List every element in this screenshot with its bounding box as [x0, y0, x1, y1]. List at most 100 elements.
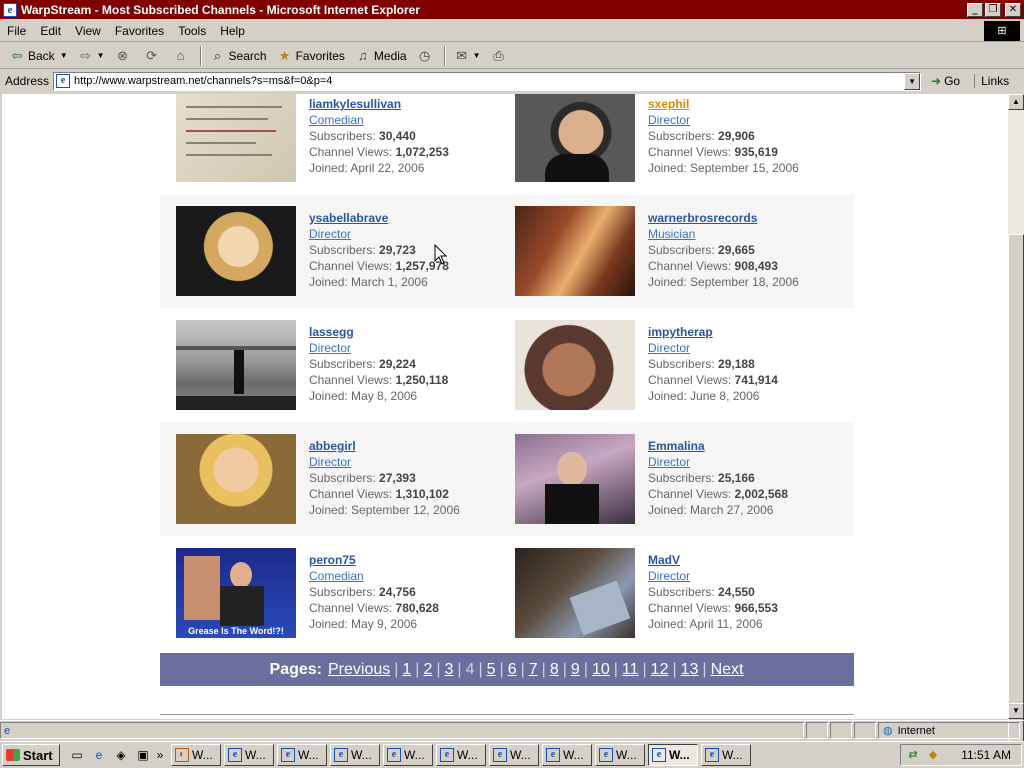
next-page-link[interactable]: Next: [711, 661, 744, 679]
address-url[interactable]: http://www.warpstream.net/channels?s=ms&…: [74, 75, 332, 87]
channel-category-link[interactable]: Director: [648, 454, 788, 470]
channel-category-link[interactable]: Director: [309, 226, 449, 242]
taskbar-button[interactable]: e W...: [489, 744, 539, 766]
channel-category-link[interactable]: Director: [309, 454, 460, 470]
channel-thumbnail-8[interactable]: Grease Is The Word!?!: [176, 548, 296, 638]
channel-thumbnail-7[interactable]: [515, 434, 635, 524]
channel-thumbnail-6[interactable]: [176, 434, 296, 524]
network-icon[interactable]: ⇄: [905, 747, 921, 763]
print-button[interactable]: ⎙: [486, 45, 515, 67]
quicklaunch-icon[interactable]: ▣: [134, 746, 152, 764]
channel-thumbnail-1[interactable]: [515, 94, 635, 182]
back-dropdown-icon[interactable]: ▼: [60, 51, 68, 60]
taskbar-button[interactable]: e W...: [277, 744, 327, 766]
channel-thumbnail-9[interactable]: [515, 548, 635, 638]
taskbar-button-active[interactable]: e W...: [648, 744, 698, 766]
previous-page-link[interactable]: Previous: [328, 661, 390, 679]
search-button[interactable]: ⌕ Search: [205, 45, 272, 67]
channel-category-link[interactable]: Director: [648, 340, 778, 356]
menu-favorites[interactable]: Favorites: [108, 24, 171, 38]
joined-line: Joined: September 15, 2006: [648, 161, 799, 175]
page-link-7[interactable]: 7: [529, 661, 538, 679]
media-icon: ♫: [358, 47, 368, 63]
channel-category-link[interactable]: Musician: [648, 226, 799, 242]
channel-category-link[interactable]: Comedian: [309, 568, 439, 584]
subscribers-line: Subscribers: 27,393: [309, 471, 416, 485]
scroll-down-icon[interactable]: ▼: [1008, 703, 1024, 719]
page-link-10[interactable]: 10: [592, 661, 610, 679]
restore-button[interactable]: ❐: [985, 2, 1001, 17]
channel-thumbnail-5[interactable]: [515, 320, 635, 410]
forward-dropdown-icon[interactable]: ▼: [97, 51, 105, 60]
forward-button[interactable]: ⇨ ▼: [73, 45, 110, 67]
page-link-12[interactable]: 12: [651, 661, 669, 679]
menu-edit[interactable]: Edit: [33, 24, 68, 38]
channel-category-link[interactable]: Comedian: [309, 112, 449, 128]
taskbar-button[interactable]: e W...: [330, 744, 380, 766]
page-link-2[interactable]: 2: [423, 661, 432, 679]
refresh-button[interactable]: ⟳: [139, 45, 168, 67]
channel-thumbnail-0[interactable]: [176, 94, 296, 182]
channel-thumbnail-4[interactable]: [176, 320, 296, 410]
channel-name-link[interactable]: liamkylesullivan: [309, 96, 449, 112]
back-button[interactable]: ⇦ Back ▼: [4, 45, 73, 67]
taskbar-button[interactable]: e W...: [701, 744, 751, 766]
history-button[interactable]: ◷: [412, 45, 441, 67]
channel-name-link[interactable]: MadV: [648, 552, 778, 568]
address-input[interactable]: e http://www.warpstream.net/channels?s=m…: [53, 71, 922, 91]
channel-thumbnail-3[interactable]: [515, 206, 635, 296]
channel-name-link[interactable]: sxephil: [648, 96, 799, 112]
channel-name-link[interactable]: ysabellabrave: [309, 210, 449, 226]
links-button[interactable]: Links: [974, 74, 1009, 88]
channel-name-link[interactable]: lassegg: [309, 324, 448, 340]
taskbar-button[interactable]: e W...: [542, 744, 592, 766]
start-button[interactable]: Start: [2, 744, 60, 766]
mail-dropdown-icon[interactable]: ▼: [473, 51, 481, 60]
clock[interactable]: 11:51 AM: [961, 748, 1011, 762]
quicklaunch-more-icon[interactable]: »: [156, 746, 164, 764]
ie-quicklaunch-icon[interactable]: e: [90, 746, 108, 764]
stop-button[interactable]: ⊗: [110, 45, 139, 67]
page-link-13[interactable]: 13: [681, 661, 699, 679]
taskbar-button[interactable]: e W...: [224, 744, 274, 766]
print-icon: ⎙: [493, 47, 504, 63]
channel-category-link[interactable]: Director: [648, 568, 778, 584]
mail-button[interactable]: ✉ ▼: [449, 45, 486, 67]
taskbar-button[interactable]: e W...: [595, 744, 645, 766]
channel-category-link[interactable]: Director: [309, 340, 448, 356]
taskbar-button[interactable]: e W...: [436, 744, 486, 766]
menu-view[interactable]: View: [68, 24, 108, 38]
address-dropdown-icon[interactable]: ▼: [904, 72, 921, 90]
favorites-button[interactable]: ★ Favorites: [272, 45, 350, 67]
page-link-11[interactable]: 11: [622, 661, 639, 679]
minimize-button[interactable]: _: [967, 2, 983, 17]
vertical-scrollbar[interactable]: ▲ ▼: [1008, 94, 1024, 759]
channel-name-link[interactable]: abbegirl: [309, 438, 460, 454]
channel-name-link[interactable]: Emmalina: [648, 438, 788, 454]
page-link-5[interactable]: 5: [487, 661, 496, 679]
show-desktop-icon[interactable]: ▭: [68, 746, 86, 764]
page-link-9[interactable]: 9: [571, 661, 580, 679]
page-link-3[interactable]: 3: [445, 661, 454, 679]
taskbar-button[interactable]: e W...: [383, 744, 433, 766]
channel-thumbnail-2[interactable]: [176, 206, 296, 296]
tray-app-icon[interactable]: ◆: [925, 747, 941, 763]
media-button[interactable]: ♫ Media: [350, 45, 412, 67]
menu-tools[interactable]: Tools: [171, 24, 213, 38]
channel-category-link[interactable]: Director: [648, 112, 799, 128]
channel-name-link[interactable]: warnerbrosrecords: [648, 210, 799, 226]
page-link-1[interactable]: 1: [402, 661, 411, 679]
channel-name-link[interactable]: peron75: [309, 552, 439, 568]
close-button[interactable]: ✕: [1005, 2, 1021, 17]
go-button[interactable]: ➜ Go: [931, 74, 960, 88]
scrollbar-thumb[interactable]: [1008, 234, 1024, 759]
menu-file[interactable]: File: [0, 24, 33, 38]
page-link-8[interactable]: 8: [550, 661, 559, 679]
quicklaunch-icon[interactable]: ◈: [112, 746, 130, 764]
scroll-up-icon[interactable]: ▲: [1008, 94, 1024, 110]
taskbar-button[interactable]: ◐ W...: [171, 744, 221, 766]
channel-name-link[interactable]: impytherap: [648, 324, 778, 340]
home-button[interactable]: ⌂: [168, 45, 197, 67]
menu-help[interactable]: Help: [213, 24, 252, 38]
page-link-6[interactable]: 6: [508, 661, 517, 679]
